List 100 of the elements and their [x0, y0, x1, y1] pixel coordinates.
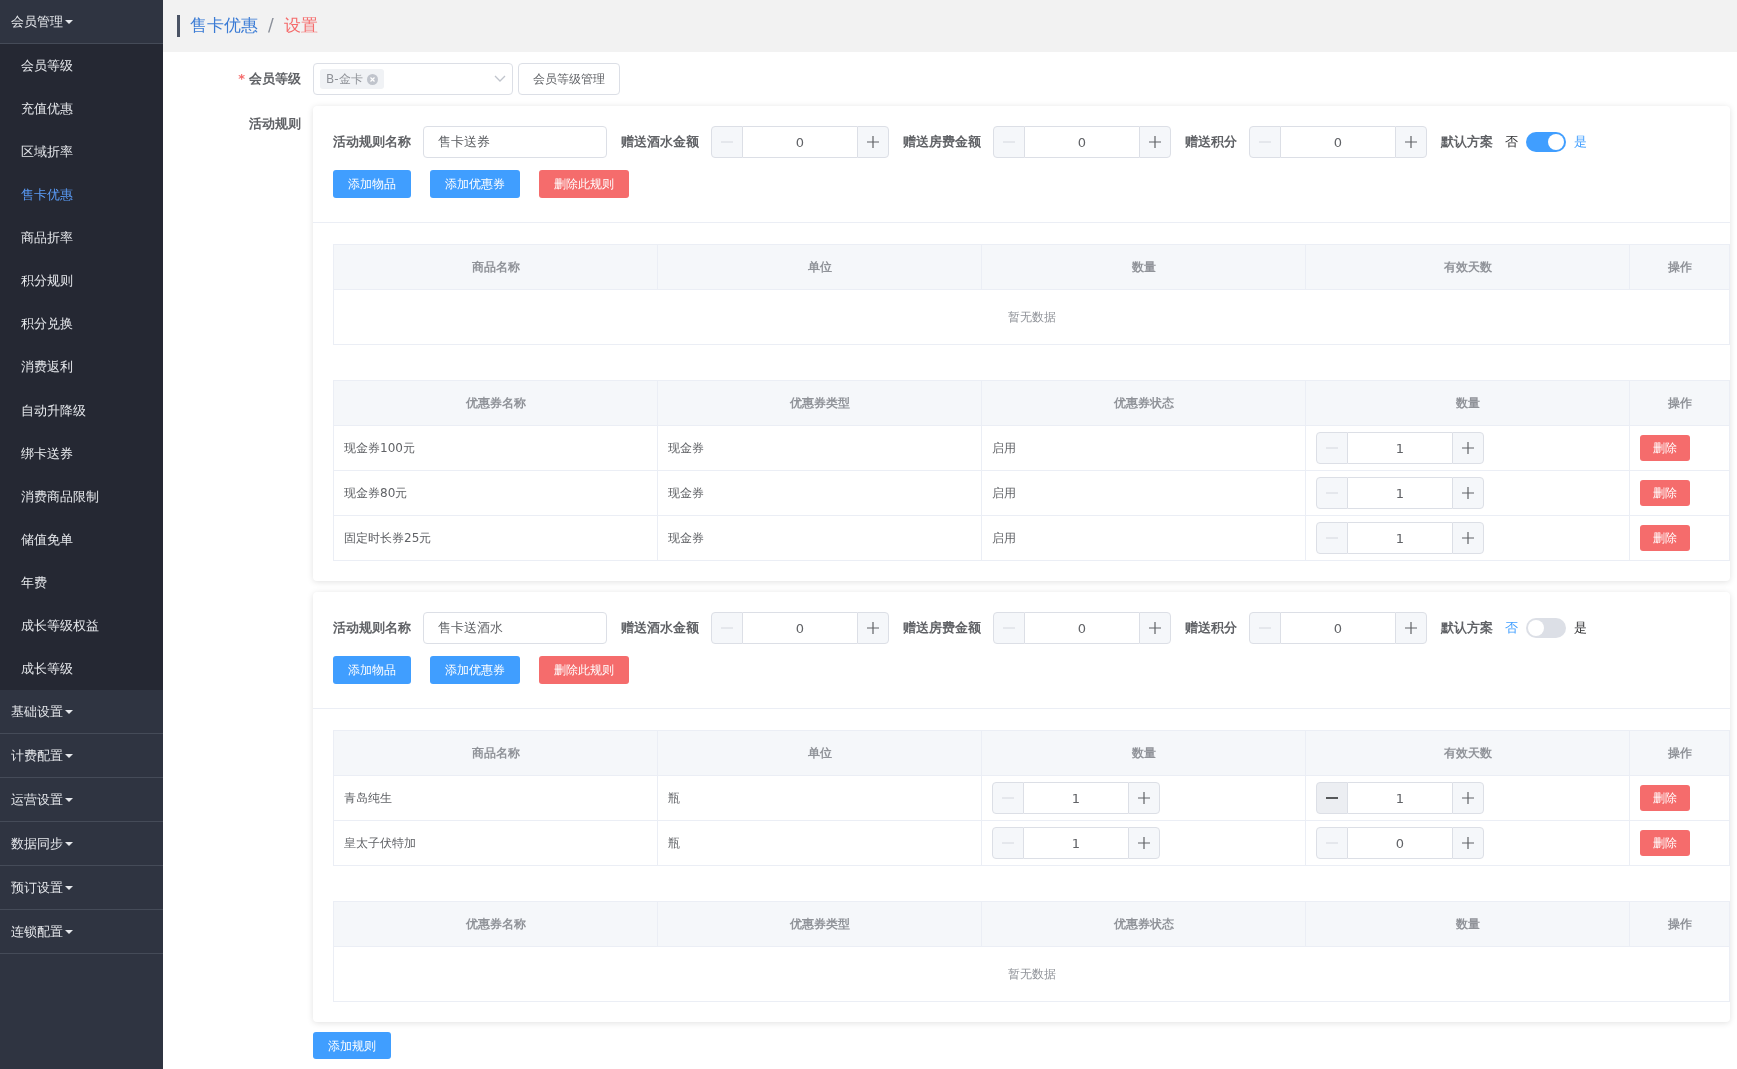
plus-button[interactable]: [1128, 827, 1160, 859]
text-input[interactable]: 售卡送酒水: [423, 612, 607, 644]
sidebar-item[interactable]: 商品折率: [0, 216, 163, 260]
column-header: 有效天数: [1305, 730, 1630, 776]
switch-option[interactable]: 否: [1505, 132, 1518, 152]
sidebar-group[interactable]: 计费配置: [0, 734, 163, 779]
field-label: 活动规则名称: [333, 619, 411, 638]
column-header: 单位: [657, 244, 982, 290]
table-cell: 现金券100元: [333, 425, 658, 471]
number-input[interactable]: 0: [1281, 612, 1395, 644]
sidebar-group[interactable]: 连锁配置: [0, 910, 163, 955]
number-input[interactable]: 1: [1024, 827, 1128, 859]
column-header: 单位: [657, 730, 982, 776]
sidebar-item[interactable]: 成长等级权益: [0, 604, 163, 648]
sidebar-item[interactable]: 区域折率: [0, 130, 163, 174]
plus-icon: [1149, 622, 1161, 634]
field-label: 默认方案: [1441, 133, 1493, 152]
text-input[interactable]: 售卡送券: [423, 126, 607, 158]
plus-button[interactable]: [1452, 827, 1484, 859]
sidebar-group[interactable]: 数据同步: [0, 822, 163, 867]
plus-icon: [1462, 487, 1474, 499]
plus-icon: [1462, 442, 1474, 454]
plus-icon: [867, 622, 879, 634]
plus-button[interactable]: [1452, 477, 1484, 509]
manage-button[interactable]: 会员等级管理: [518, 63, 620, 95]
toggle-switch[interactable]: [1526, 618, 1566, 638]
column-header: 优惠券状态: [981, 380, 1306, 426]
switch-option[interactable]: 是: [1574, 618, 1587, 638]
sidebar-item[interactable]: 售卡优惠: [0, 173, 163, 217]
sidebar-item[interactable]: 消费返利: [0, 345, 163, 389]
table-cell: 皇太子伏特加: [333, 820, 658, 866]
number-input[interactable]: 0: [1025, 126, 1139, 158]
sidebar-group[interactable]: 预订设置: [0, 866, 163, 911]
number-input[interactable]: 0: [1281, 126, 1395, 158]
sidebar-item[interactable]: 成长等级: [0, 647, 163, 691]
sidebar-item[interactable]: 年费: [0, 561, 163, 605]
number-input[interactable]: 0: [1025, 612, 1139, 644]
caret-icon: [65, 753, 73, 758]
table-cell: 青岛纯生: [333, 775, 658, 821]
sidebar-item[interactable]: 储值免单: [0, 518, 163, 562]
table-cell: 现金券80元: [333, 470, 658, 516]
number-input[interactable]: 1: [1348, 522, 1452, 554]
column-header: 有效天数: [1305, 244, 1630, 290]
table-cell: 现金券: [657, 470, 982, 516]
table-cell: 固定时长券25元: [333, 515, 658, 561]
sidebar-item[interactable]: 自动升降级: [0, 388, 163, 432]
sidebar-item[interactable]: 绑卡送券: [0, 431, 163, 475]
plus-icon: [867, 136, 879, 148]
toggle-switch[interactable]: [1526, 132, 1566, 152]
number-input[interactable]: 0: [743, 612, 857, 644]
empty-message: 暂无数据: [333, 289, 1730, 345]
plus-button[interactable]: [1395, 126, 1427, 158]
number-input[interactable]: 1: [1348, 432, 1452, 464]
plus-icon: [1462, 532, 1474, 544]
plus-button[interactable]: [1452, 522, 1484, 554]
sidebar-item[interactable]: 会员等级: [0, 44, 163, 88]
plus-button[interactable]: [1128, 782, 1160, 814]
column-header: 商品名称: [333, 244, 658, 290]
number-input[interactable]: 0: [743, 126, 857, 158]
breadcrumb-item[interactable]: 售卡优惠: [190, 13, 258, 39]
number-input[interactable]: 1: [1348, 782, 1452, 814]
column-header: 优惠券类型: [657, 380, 982, 426]
plus-button[interactable]: [1452, 782, 1484, 814]
table-cell: 瓶: [657, 820, 982, 866]
column-header: 优惠券状态: [981, 901, 1306, 947]
level-tag: B-金卡: [320, 69, 384, 89]
plus-icon: [1138, 837, 1150, 849]
sidebar-group[interactable]: 运营设置: [0, 778, 163, 823]
caret-icon: [65, 929, 73, 934]
minus-button[interactable]: [1316, 782, 1348, 814]
number-input[interactable]: 0: [1348, 827, 1452, 859]
table-cell: 现金券: [657, 515, 982, 561]
number-input[interactable]: 1: [1348, 477, 1452, 509]
plus-icon: [1138, 792, 1150, 804]
field-label: 默认方案: [1441, 619, 1493, 638]
plus-button[interactable]: [857, 126, 889, 158]
column-header: 操作: [1629, 244, 1730, 290]
caret-icon: [65, 709, 73, 714]
sidebar-item[interactable]: 积分规则: [0, 259, 163, 303]
sidebar-item[interactable]: 积分兑换: [0, 302, 163, 346]
plus-button[interactable]: [1395, 612, 1427, 644]
empty-message: 暂无数据: [333, 946, 1730, 1002]
column-header: 数量: [1305, 380, 1630, 426]
number-input[interactable]: 1: [1024, 782, 1128, 814]
plus-icon: [1462, 837, 1474, 849]
plus-button[interactable]: [1139, 126, 1171, 158]
plus-button[interactable]: [857, 612, 889, 644]
field-label: 赠送积分: [1185, 619, 1237, 638]
table-cell: 启用: [981, 470, 1306, 516]
caret-icon: [65, 885, 73, 890]
column-header: 操作: [1629, 380, 1730, 426]
required-mark: *: [238, 71, 245, 87]
plus-icon: [1405, 622, 1417, 634]
sidebar-item[interactable]: 充值优惠: [0, 87, 163, 131]
sidebar-item[interactable]: 消费商品限制: [0, 474, 163, 519]
field-label: 赠送积分: [1185, 133, 1237, 152]
plus-button[interactable]: [1139, 612, 1171, 644]
sidebar-group[interactable]: 基础设置: [0, 690, 163, 735]
plus-button[interactable]: [1452, 432, 1484, 464]
table-cell: 现金券: [657, 425, 982, 471]
